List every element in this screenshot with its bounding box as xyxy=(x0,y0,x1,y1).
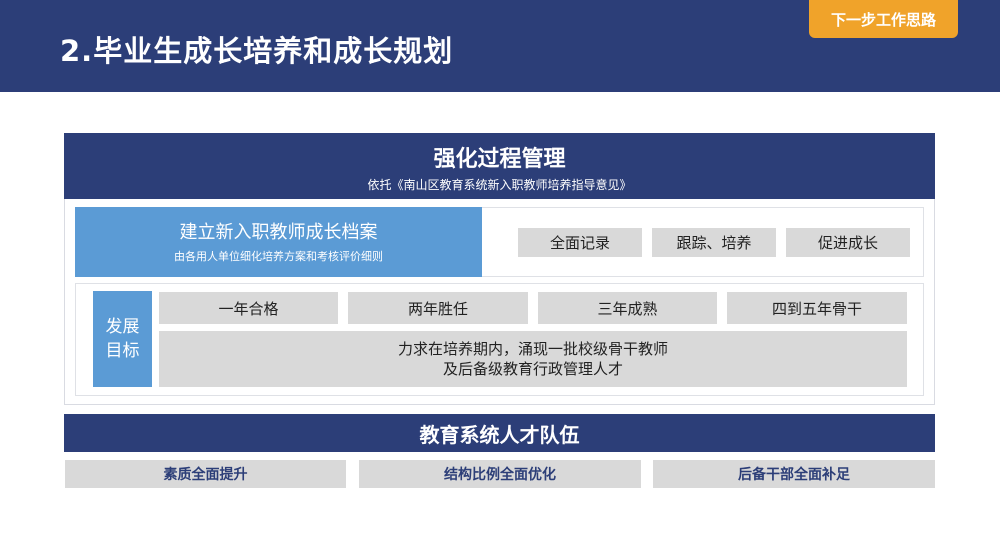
process-title: 强化过程管理 xyxy=(433,147,566,172)
process-banner: 强化过程管理 依托《南山区教育系统新入职教师培养指导意见》 xyxy=(64,133,935,199)
goals-description-line2: 及后备级教育行政管理人才 xyxy=(442,360,623,378)
archive-box: 建立新入职教师成长档案 由各用人单位细化培养方案和考核评价细则 xyxy=(75,207,482,277)
next-steps-badge[interactable]: 下一步工作思路 xyxy=(809,0,958,38)
archive-title: 建立新入职教师成长档案 xyxy=(179,222,378,243)
header-bar: 2.毕业生成长培养和成长规划 下一步工作思路 xyxy=(0,0,1000,92)
stage-year-four-five: 四到五年骨干 xyxy=(727,292,907,324)
process-subtitle: 依托《南山区教育系统新入职教师培养指导意见》 xyxy=(367,178,632,192)
action-chip-track: 跟踪、培养 xyxy=(652,228,776,257)
archive-subtitle: 由各用人单位细化培养方案和考核评价细则 xyxy=(174,250,383,263)
page-title: 2.毕业生成长培养和成长规划 xyxy=(60,34,454,68)
stage-year-one: 一年合格 xyxy=(159,292,338,324)
talent-banner: 教育系统人才队伍 xyxy=(64,414,935,452)
goals-label-line2: 目标 xyxy=(105,341,140,361)
talent-item-structure: 结构比例全面优化 xyxy=(359,460,641,488)
goals-description-line1: 力求在培养期内，涌现一批校级骨干教师 xyxy=(397,340,668,358)
goals-label-line1: 发展 xyxy=(105,317,140,337)
action-chip-record: 全面记录 xyxy=(518,228,642,257)
stage-year-two: 两年胜任 xyxy=(348,292,528,324)
action-chip-grow: 促进成长 xyxy=(786,228,910,257)
stage-year-three: 三年成熟 xyxy=(538,292,717,324)
goals-label: 发展 目标 xyxy=(93,291,152,387)
talent-item-quality: 素质全面提升 xyxy=(65,460,346,488)
goals-description: 力求在培养期内，涌现一批校级骨干教师 及后备级教育行政管理人才 xyxy=(159,331,907,387)
talent-item-reserve: 后备干部全面补足 xyxy=(653,460,935,488)
